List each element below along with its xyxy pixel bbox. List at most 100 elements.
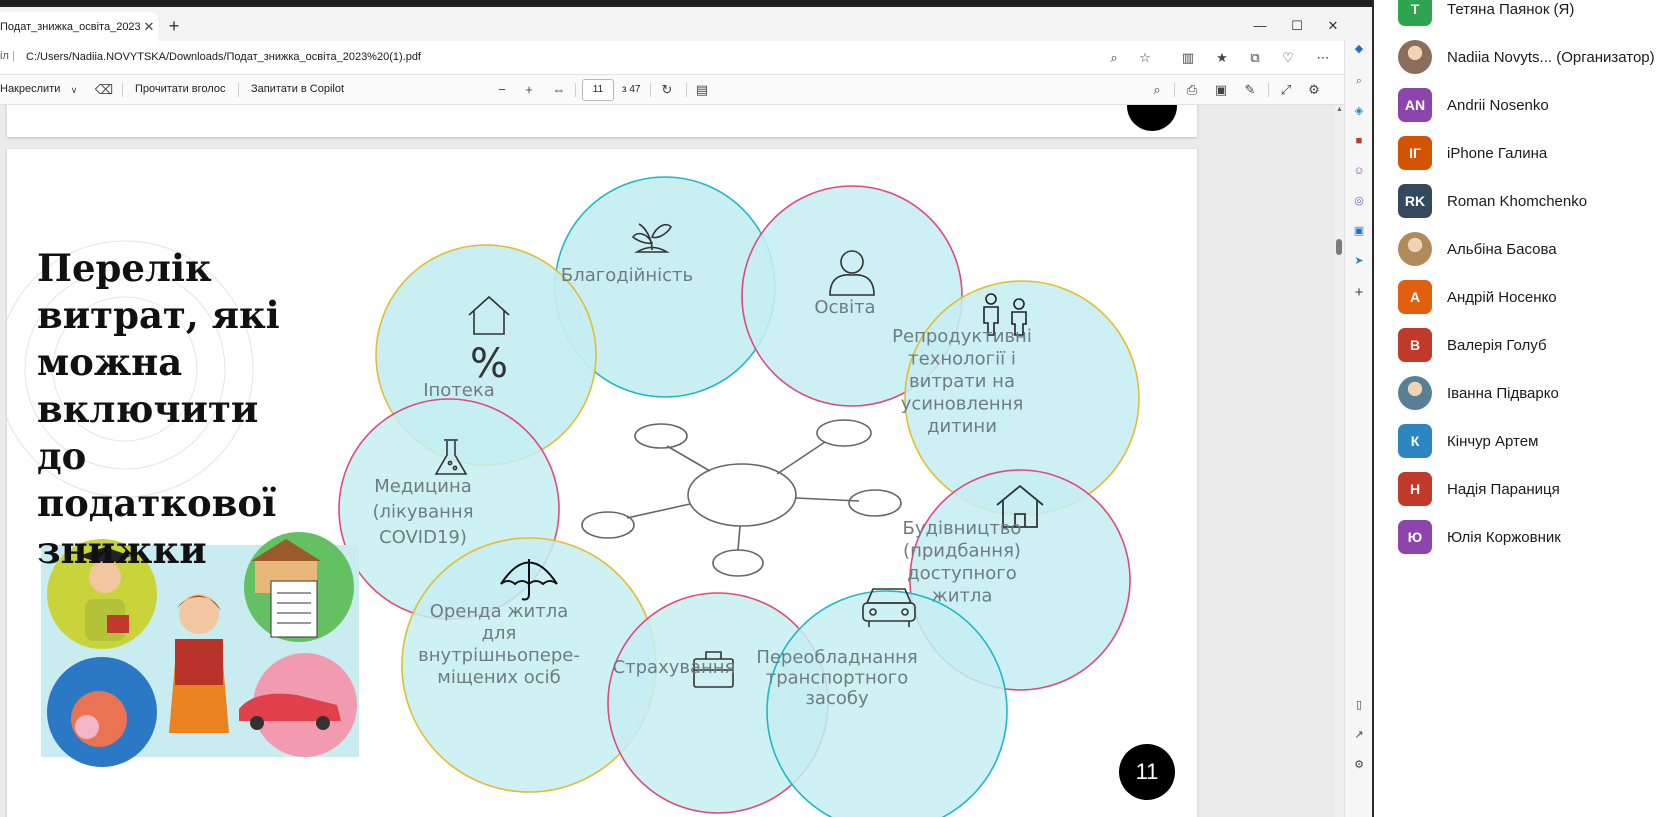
- search-icon[interactable]: ⌕: [1147, 80, 1167, 100]
- avatar: ІГ: [1398, 136, 1432, 170]
- circle-label-vehicle: транспортного: [766, 668, 909, 689]
- zoom-out-button[interactable]: −: [492, 80, 512, 100]
- participant-row[interactable]: Nadiia Novyts... (Организатор): [1398, 40, 1663, 74]
- copilot-icon[interactable]: ◆: [1351, 41, 1367, 57]
- sidebar-settings-icon[interactable]: ⚙: [1351, 757, 1367, 773]
- more-menu-icon[interactable]: ⋯: [1313, 48, 1333, 68]
- participant-row[interactable]: ІГ iPhone Галина: [1398, 136, 1663, 170]
- participant-name: Юлія Коржовник: [1447, 528, 1561, 546]
- m365-icon[interactable]: ◎: [1351, 193, 1367, 209]
- address-bar: іл | C:/Users/Nadiia.NOVYTSKA/Downloads/…: [0, 41, 1372, 75]
- participant-row[interactable]: Ю Юлія Коржовник: [1398, 520, 1663, 554]
- chevron-down-icon[interactable]: ∨: [64, 80, 84, 100]
- tab-pdf[interactable]: Подат_знижка_освіта_2023 (1).p ✕: [0, 12, 158, 41]
- participant-name: iPhone Галина: [1447, 144, 1548, 162]
- scroll-up-arrow-icon[interactable]: ▲: [1335, 106, 1344, 116]
- avatar: К: [1398, 424, 1432, 458]
- sidebar-toggle-icon[interactable]: ▯: [1351, 697, 1367, 713]
- fit-width-icon[interactable]: ⇔: [549, 80, 569, 100]
- ask-copilot-button[interactable]: Запитати в Copilot: [251, 83, 344, 95]
- participant-row[interactable]: Т Тетяна Паянок (Я): [1398, 0, 1663, 26]
- avatar: Н: [1398, 472, 1432, 506]
- toolbar-divider: [575, 83, 576, 97]
- outlook-icon[interactable]: ▣: [1351, 223, 1367, 239]
- participant-name: Andrii Nosenko: [1447, 96, 1549, 114]
- maximize-button[interactable]: ☐: [1282, 15, 1312, 37]
- participant-row[interactable]: Альбіна Басова: [1398, 232, 1663, 266]
- external-link-icon[interactable]: ↗: [1351, 727, 1367, 743]
- settings-gear-icon[interactable]: ⚙: [1304, 80, 1324, 100]
- close-window-button[interactable]: ✕: [1318, 15, 1348, 37]
- new-tab-button[interactable]: +: [163, 15, 185, 37]
- participant-row[interactable]: RK Roman Khomchenko: [1398, 184, 1663, 218]
- circle-label-reproductive: дитини: [927, 416, 997, 437]
- page-number-input[interactable]: 11: [582, 79, 614, 101]
- url-field[interactable]: C:/Users/Nadiia.NOVYTSKA/Downloads/Подат…: [26, 51, 421, 63]
- zoom-in-button[interactable]: +: [519, 80, 539, 100]
- participant-name: Альбіна Басова: [1447, 240, 1557, 258]
- title-strip: [0, 0, 1372, 7]
- circle-label-reproductive: Репродуктивні: [892, 326, 1032, 347]
- circle-label-rent: внутрішньопере-: [418, 645, 580, 666]
- add-sidebar-icon[interactable]: +: [1351, 285, 1367, 301]
- page-number-badge: 11: [1119, 744, 1175, 800]
- toolbar-divider: [238, 83, 239, 97]
- avatar: [1398, 232, 1432, 266]
- eraser-icon[interactable]: ⌫: [94, 80, 114, 100]
- participant-row[interactable]: А Андрій Носенко: [1398, 280, 1663, 314]
- circle-label-rent: міщених осіб: [437, 667, 560, 688]
- draw-button[interactable]: Накреслити: [0, 83, 60, 95]
- save-icon[interactable]: ▣: [1211, 80, 1231, 100]
- zoom-icon[interactable]: ⌕: [1104, 48, 1124, 68]
- people-icon[interactable]: ☺: [1351, 163, 1367, 179]
- read-aloud-button[interactable]: Прочитати вголос: [135, 83, 225, 95]
- shopping-tag-icon[interactable]: ◈: [1351, 103, 1367, 119]
- circle-label-education: Освіта: [814, 297, 875, 318]
- participant-name: Іванна Підварко: [1447, 384, 1559, 402]
- participant-row[interactable]: К Кінчур Артем: [1398, 424, 1663, 458]
- rotate-icon[interactable]: ↻: [657, 80, 677, 100]
- mind-map-sketch: [581, 419, 902, 577]
- tab-close-icon[interactable]: ✕: [140, 19, 158, 35]
- send-icon[interactable]: ➤: [1351, 253, 1367, 269]
- scrollbar-thumb[interactable]: [1336, 239, 1342, 255]
- tools-briefcase-icon[interactable]: ■: [1351, 133, 1367, 149]
- print-icon[interactable]: ⎙: [1182, 80, 1202, 100]
- avatar: А: [1398, 280, 1432, 314]
- vertical-scrollbar[interactable]: [1335, 105, 1344, 817]
- fullscreen-icon[interactable]: ⤢: [1276, 80, 1296, 100]
- favorites-icon[interactable]: ★: [1212, 48, 1232, 68]
- circle-label-reproductive: усиновлення: [901, 394, 1024, 415]
- participant-row[interactable]: Іванна Підварко: [1398, 376, 1663, 410]
- page-view-icon[interactable]: ▤: [692, 80, 712, 100]
- circle-label-construction: житла: [932, 586, 993, 607]
- avatar: Ю: [1398, 520, 1432, 554]
- participant-name: Кінчур Артем: [1447, 432, 1539, 450]
- toolbar-divider: [1174, 83, 1175, 97]
- circle-label-reproductive: витрати на: [909, 371, 1015, 392]
- toolbar-divider: [686, 83, 687, 97]
- circle-label-medicine: (лікування: [372, 502, 473, 523]
- tab-bar: Подат_знижка_освіта_2023 (1).p ✕ + — ☐ ✕: [0, 7, 1372, 41]
- split-screen-icon[interactable]: ▥: [1178, 48, 1198, 68]
- slide-title: Перелік витрат, які можна включити до по…: [37, 246, 280, 572]
- avatar: В: [1398, 328, 1432, 362]
- collections-icon[interactable]: ⧉: [1245, 48, 1265, 68]
- participant-row[interactable]: AN Andrii Nosenko: [1398, 88, 1663, 122]
- favorite-star-icon[interactable]: ☆: [1135, 48, 1155, 68]
- browser-essentials-icon[interactable]: ♡: [1278, 48, 1298, 68]
- pdf-viewer[interactable]: % Благодійність Освіта Іпотека Репродукт…: [0, 105, 1353, 817]
- pdf-page: % Благодійність Освіта Іпотека Репродукт…: [7, 149, 1197, 817]
- participant-row[interactable]: В Валерія Голуб: [1398, 328, 1663, 362]
- toolbar-divider: [650, 83, 651, 97]
- minimize-button[interactable]: —: [1245, 15, 1275, 37]
- circle-label-insurance: Страхування: [613, 657, 736, 678]
- search-sidebar-icon[interactable]: ⌕: [1351, 73, 1367, 89]
- avatar: RK: [1398, 184, 1432, 218]
- avatar: Т: [1398, 0, 1432, 26]
- circle-label-medicine: COVID19): [379, 527, 467, 548]
- participant-row[interactable]: Н Надія Параниця: [1398, 472, 1663, 506]
- circle-label-medicine: Медицина: [374, 476, 472, 497]
- participant-name: Roman Khomchenko: [1447, 192, 1588, 210]
- save-as-icon[interactable]: ✎: [1240, 80, 1260, 100]
